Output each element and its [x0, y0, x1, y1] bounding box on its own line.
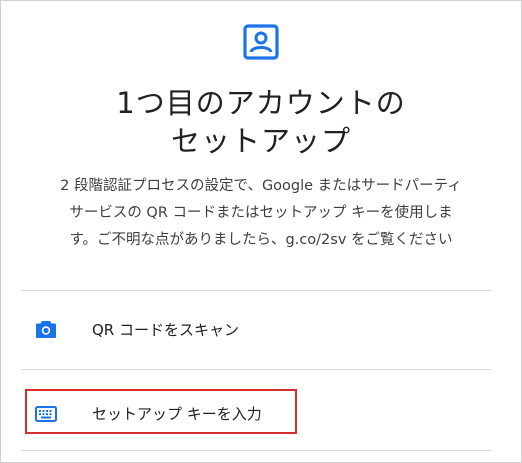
description-line-1: 2 段階認証プロセスの設定で、Google またはサードパーティ — [60, 178, 462, 194]
account-box-icon — [243, 24, 279, 60]
camera-icon — [36, 321, 56, 338]
description-line-2: サービスの QR コードまたはセットアップ キーを使用しま — [69, 205, 453, 221]
scan-qr-code-option[interactable]: QR コードをスキャン — [21, 300, 492, 360]
page-title-line-1: 1つ目のアカウントの — [116, 86, 406, 120]
enter-setup-key-label: セットアップ キーを入力 — [92, 405, 262, 423]
keyboard-icon — [35, 406, 57, 422]
setup-panel: 1つ目のアカウントの セットアップ 2 段階認証プロセスの設定で、Google … — [0, 0, 522, 463]
divider — [21, 369, 492, 370]
page-title-line-2: セットアップ — [170, 124, 351, 158]
divider — [21, 450, 492, 451]
description-line-3: す。ご不明な点がありましたら、g.co/2sv をご覧ください — [69, 232, 453, 248]
scan-qr-code-label: QR コードをスキャン — [92, 321, 239, 339]
divider — [21, 290, 492, 291]
enter-setup-key-option[interactable]: セットアップ キーを入力 — [21, 383, 492, 443]
